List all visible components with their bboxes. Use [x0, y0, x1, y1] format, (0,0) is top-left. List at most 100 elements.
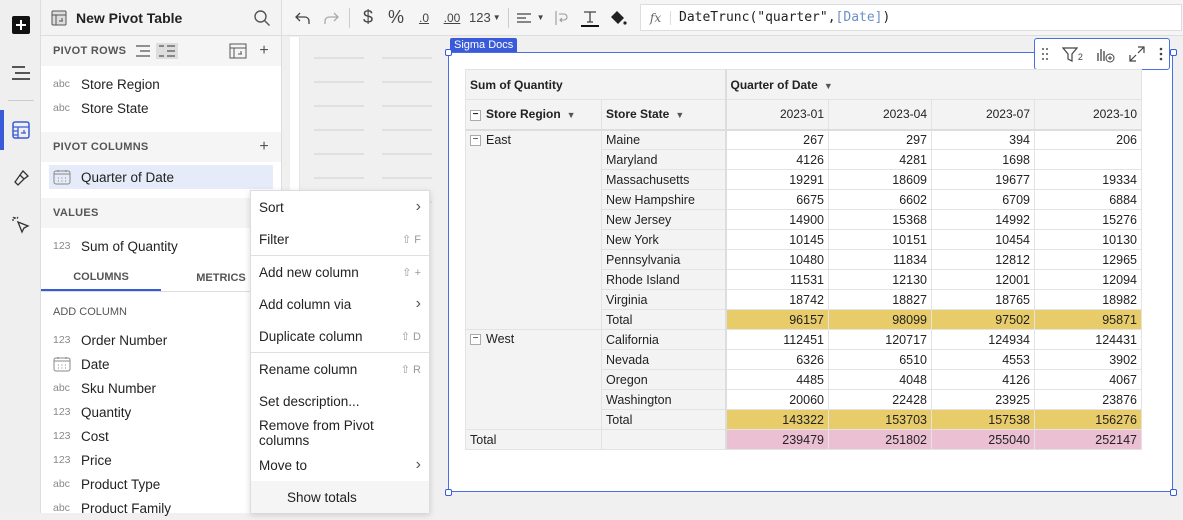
subtotal-cell[interactable]: 98099 — [828, 309, 932, 330]
outline-button[interactable] — [8, 60, 34, 86]
subtotal-cell[interactable]: 153703 — [828, 409, 932, 430]
state-cell[interactable]: Oregon — [601, 369, 726, 390]
value-cell[interactable]: 297 — [828, 129, 932, 150]
outline-layout-toggle[interactable] — [156, 43, 179, 59]
value-cell[interactable]: 4553 — [931, 349, 1035, 370]
subtotal-cell[interactable]: 143322 — [724, 409, 829, 430]
search-icon[interactable] — [253, 9, 271, 27]
value-cell[interactable]: 19334 — [1034, 169, 1142, 190]
state-cell[interactable]: Nevada — [601, 349, 726, 370]
add-column-item[interactable]: 123 Cost — [41, 424, 281, 448]
state-cell[interactable]: Virginia — [601, 289, 726, 310]
row-header-store-region[interactable]: − Store Region ▼ — [465, 99, 602, 130]
pivot-settings-icon[interactable] — [229, 43, 247, 59]
value-cell[interactable]: 6709 — [931, 189, 1035, 210]
value-cell[interactable]: 12001 — [931, 269, 1035, 290]
add-element-button[interactable] — [8, 12, 34, 38]
grand-total-cell[interactable]: 252147 — [1034, 429, 1142, 450]
value-cell[interactable]: 267 — [724, 129, 829, 150]
add-column-item[interactable]: abc Product Family — [41, 496, 281, 520]
value-cell[interactable]: 10151 — [828, 229, 932, 250]
state-cell[interactable]: Maine — [601, 129, 726, 150]
quarter-header[interactable]: 2023-01 — [724, 99, 829, 130]
drag-handle-icon[interactable] — [1041, 47, 1049, 61]
value-cell[interactable]: 6326 — [724, 349, 829, 370]
value-cell[interactable]: 19291 — [724, 169, 829, 190]
formula-bar[interactable]: fx DateTrunc("quarter", [Date]) — [640, 4, 1182, 31]
value-cell[interactable]: 124431 — [1034, 329, 1142, 350]
menu-item-move-to[interactable]: Move to › — [251, 449, 429, 481]
state-cell[interactable]: Pennsylvania — [601, 249, 726, 270]
caret-down-icon[interactable]: ▼ — [567, 110, 576, 120]
add-column-item[interactable]: 123 Price — [41, 448, 281, 472]
value-cell[interactable]: 10454 — [931, 229, 1035, 250]
tab-columns[interactable]: COLUMNS — [41, 264, 161, 291]
region-cell[interactable]: − East — [465, 129, 602, 330]
value-header[interactable]: Sum of Quantity — [465, 69, 726, 100]
resize-handle[interactable] — [445, 489, 452, 496]
row-header-store-state[interactable]: Store State ▼ — [601, 99, 726, 130]
value-cell[interactable]: 18982 — [1034, 289, 1142, 310]
value-cell[interactable]: 15276 — [1034, 209, 1142, 230]
quarter-header[interactable]: 2023-07 — [931, 99, 1035, 130]
collapse-icon[interactable]: − — [470, 109, 481, 121]
value-cell[interactable]: 23876 — [1034, 389, 1142, 410]
state-cell[interactable]: Massachusetts — [601, 169, 726, 190]
subtotal-cell[interactable]: 157538 — [931, 409, 1035, 430]
value-cell[interactable]: 12965 — [1034, 249, 1142, 270]
value-cell[interactable]: 4126 — [724, 149, 829, 170]
value-cell[interactable]: 12094 — [1034, 269, 1142, 290]
value-cell[interactable]: 18742 — [724, 289, 829, 310]
value-cell[interactable]: 124934 — [931, 329, 1035, 350]
value-cell[interactable]: 112451 — [724, 329, 829, 350]
value-cell[interactable]: 6602 — [828, 189, 932, 210]
menu-item-filter[interactable]: Filter ⇧ F — [251, 223, 429, 255]
value-cell[interactable]: 14992 — [931, 209, 1035, 230]
add-column-item[interactable]: Date — [41, 352, 281, 376]
value-cell[interactable]: 3902 — [1034, 349, 1142, 370]
percent-format-button[interactable]: % — [385, 5, 407, 31]
value-cell[interactable]: 18609 — [828, 169, 932, 190]
decrease-decimals-button[interactable]: .0 — [413, 5, 435, 31]
actions-button[interactable] — [8, 212, 34, 238]
menu-item-set-description[interactable]: Set description... — [251, 385, 429, 417]
format-button[interactable] — [8, 165, 34, 191]
subtotal-cell[interactable]: 97502 — [931, 309, 1035, 330]
caret-down-icon[interactable]: ▼ — [675, 110, 684, 120]
subtotal-cell[interactable]: 95871 — [1034, 309, 1142, 330]
value-cell[interactable]: 4067 — [1034, 369, 1142, 390]
value-item[interactable]: 123 Sum of Quantity — [41, 234, 281, 258]
collapse-icon[interactable]: − — [470, 134, 481, 146]
add-pivot-row-button[interactable]: + — [259, 42, 269, 60]
undo-button[interactable] — [292, 5, 314, 31]
add-column-item[interactable]: abc Product Type — [41, 472, 281, 496]
add-column-item[interactable]: abc Sku Number — [41, 376, 281, 400]
column-header-quarter[interactable]: Quarter of Date ▼ — [724, 69, 1142, 100]
collapse-icon[interactable]: − — [470, 334, 481, 346]
value-cell[interactable]: 6675 — [724, 189, 829, 210]
add-column-item[interactable]: 123 Order Number — [41, 328, 281, 352]
value-cell[interactable]: 4485 — [724, 369, 829, 390]
value-cell[interactable]: 23925 — [931, 389, 1035, 410]
subtotal-cell[interactable]: 96157 — [724, 309, 829, 330]
value-cell[interactable]: 10130 — [1034, 229, 1142, 250]
state-cell[interactable]: New Jersey — [601, 209, 726, 230]
wrap-text-button[interactable] — [551, 5, 573, 31]
value-cell[interactable]: 6884 — [1034, 189, 1142, 210]
value-cell[interactable]: 22428 — [828, 389, 932, 410]
value-cell[interactable]: 19677 — [931, 169, 1035, 190]
resize-handle[interactable] — [445, 49, 452, 56]
add-column-item[interactable]: 123 Quantity — [41, 400, 281, 424]
menu-item-duplicate-column[interactable]: Duplicate column ⇧ D — [251, 320, 429, 352]
value-cell[interactable]: 206 — [1034, 129, 1142, 150]
value-cell[interactable]: 6510 — [828, 349, 932, 370]
redo-button[interactable] — [320, 5, 342, 31]
menu-item-add-new-column[interactable]: Add new column ⇧ + — [251, 256, 429, 288]
state-cell[interactable]: New York — [601, 229, 726, 250]
element-title[interactable]: New Pivot Table — [76, 10, 253, 26]
more-options-icon[interactable] — [1159, 47, 1163, 61]
pivot-row-item[interactable]: abc Store State — [41, 96, 281, 120]
filter-button[interactable]: 2 — [1061, 46, 1083, 62]
fill-color-button[interactable] — [607, 5, 629, 31]
state-cell[interactable]: California — [601, 329, 726, 350]
